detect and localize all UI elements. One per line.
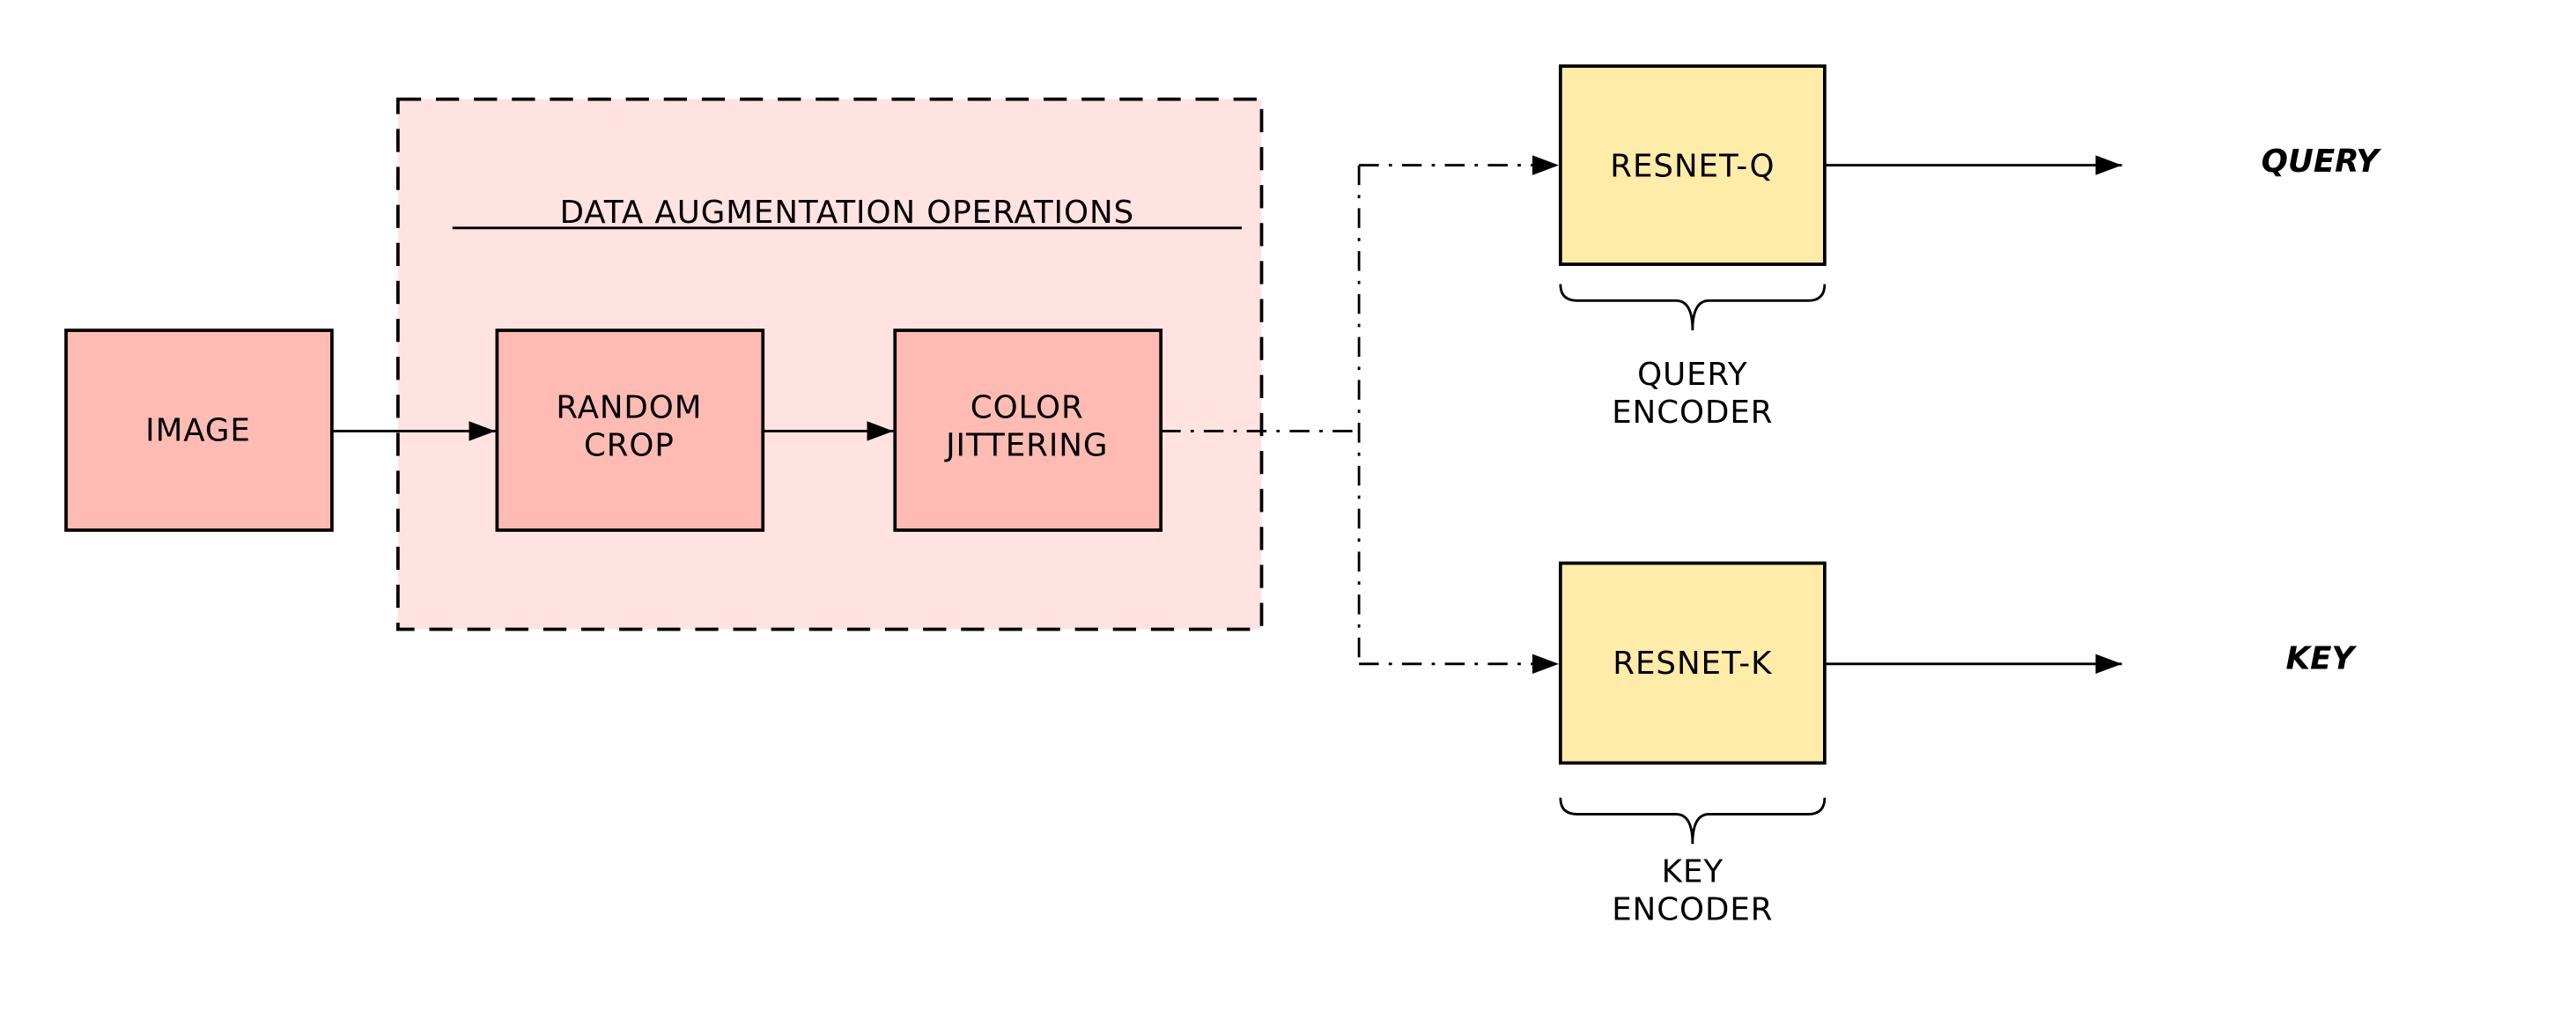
node-resnet-q-label: RESNET-Q bbox=[1610, 149, 1775, 185]
node-color-jittering-label-2: JITTERING bbox=[944, 428, 1108, 464]
node-color-jittering[interactable]: COLOR JITTERING bbox=[893, 329, 1163, 532]
node-random-crop[interactable]: RANDOM CROP bbox=[495, 329, 765, 532]
node-image[interactable]: IMAGE bbox=[64, 329, 334, 532]
brace-query-encoder bbox=[1559, 284, 1827, 331]
brace-query-encoder-label-2: ENCODER bbox=[1612, 395, 1773, 431]
output-key: KEY bbox=[2286, 640, 2358, 676]
node-resnet-k[interactable]: RESNET-K bbox=[1559, 561, 1827, 765]
node-color-jittering-label-1: COLOR bbox=[971, 389, 1084, 425]
node-random-crop-label-1: RANDOM bbox=[556, 389, 702, 425]
brace-query-encoder-label-1: QUERY bbox=[1637, 357, 1747, 393]
brace-key-encoder-label-2: ENCODER bbox=[1612, 891, 1773, 927]
brace-key-encoder-label-1: KEY bbox=[1662, 853, 1723, 890]
augmentation-group-title: DATA AUGMENTATION OPERATIONS bbox=[560, 195, 1134, 231]
node-random-crop-label-2: CROP bbox=[584, 428, 675, 464]
node-resnet-q[interactable]: RESNET-Q bbox=[1559, 64, 1827, 266]
node-image-label: IMAGE bbox=[145, 413, 251, 449]
node-resnet-k-label: RESNET-K bbox=[1613, 646, 1773, 682]
brace-key-encoder bbox=[1559, 797, 1827, 845]
output-query: QUERY bbox=[2262, 144, 2382, 180]
diagram-canvas: DATA AUGMENTATION OPERATIONS IMAGE RANDO… bbox=[64, 64, 2382, 927]
